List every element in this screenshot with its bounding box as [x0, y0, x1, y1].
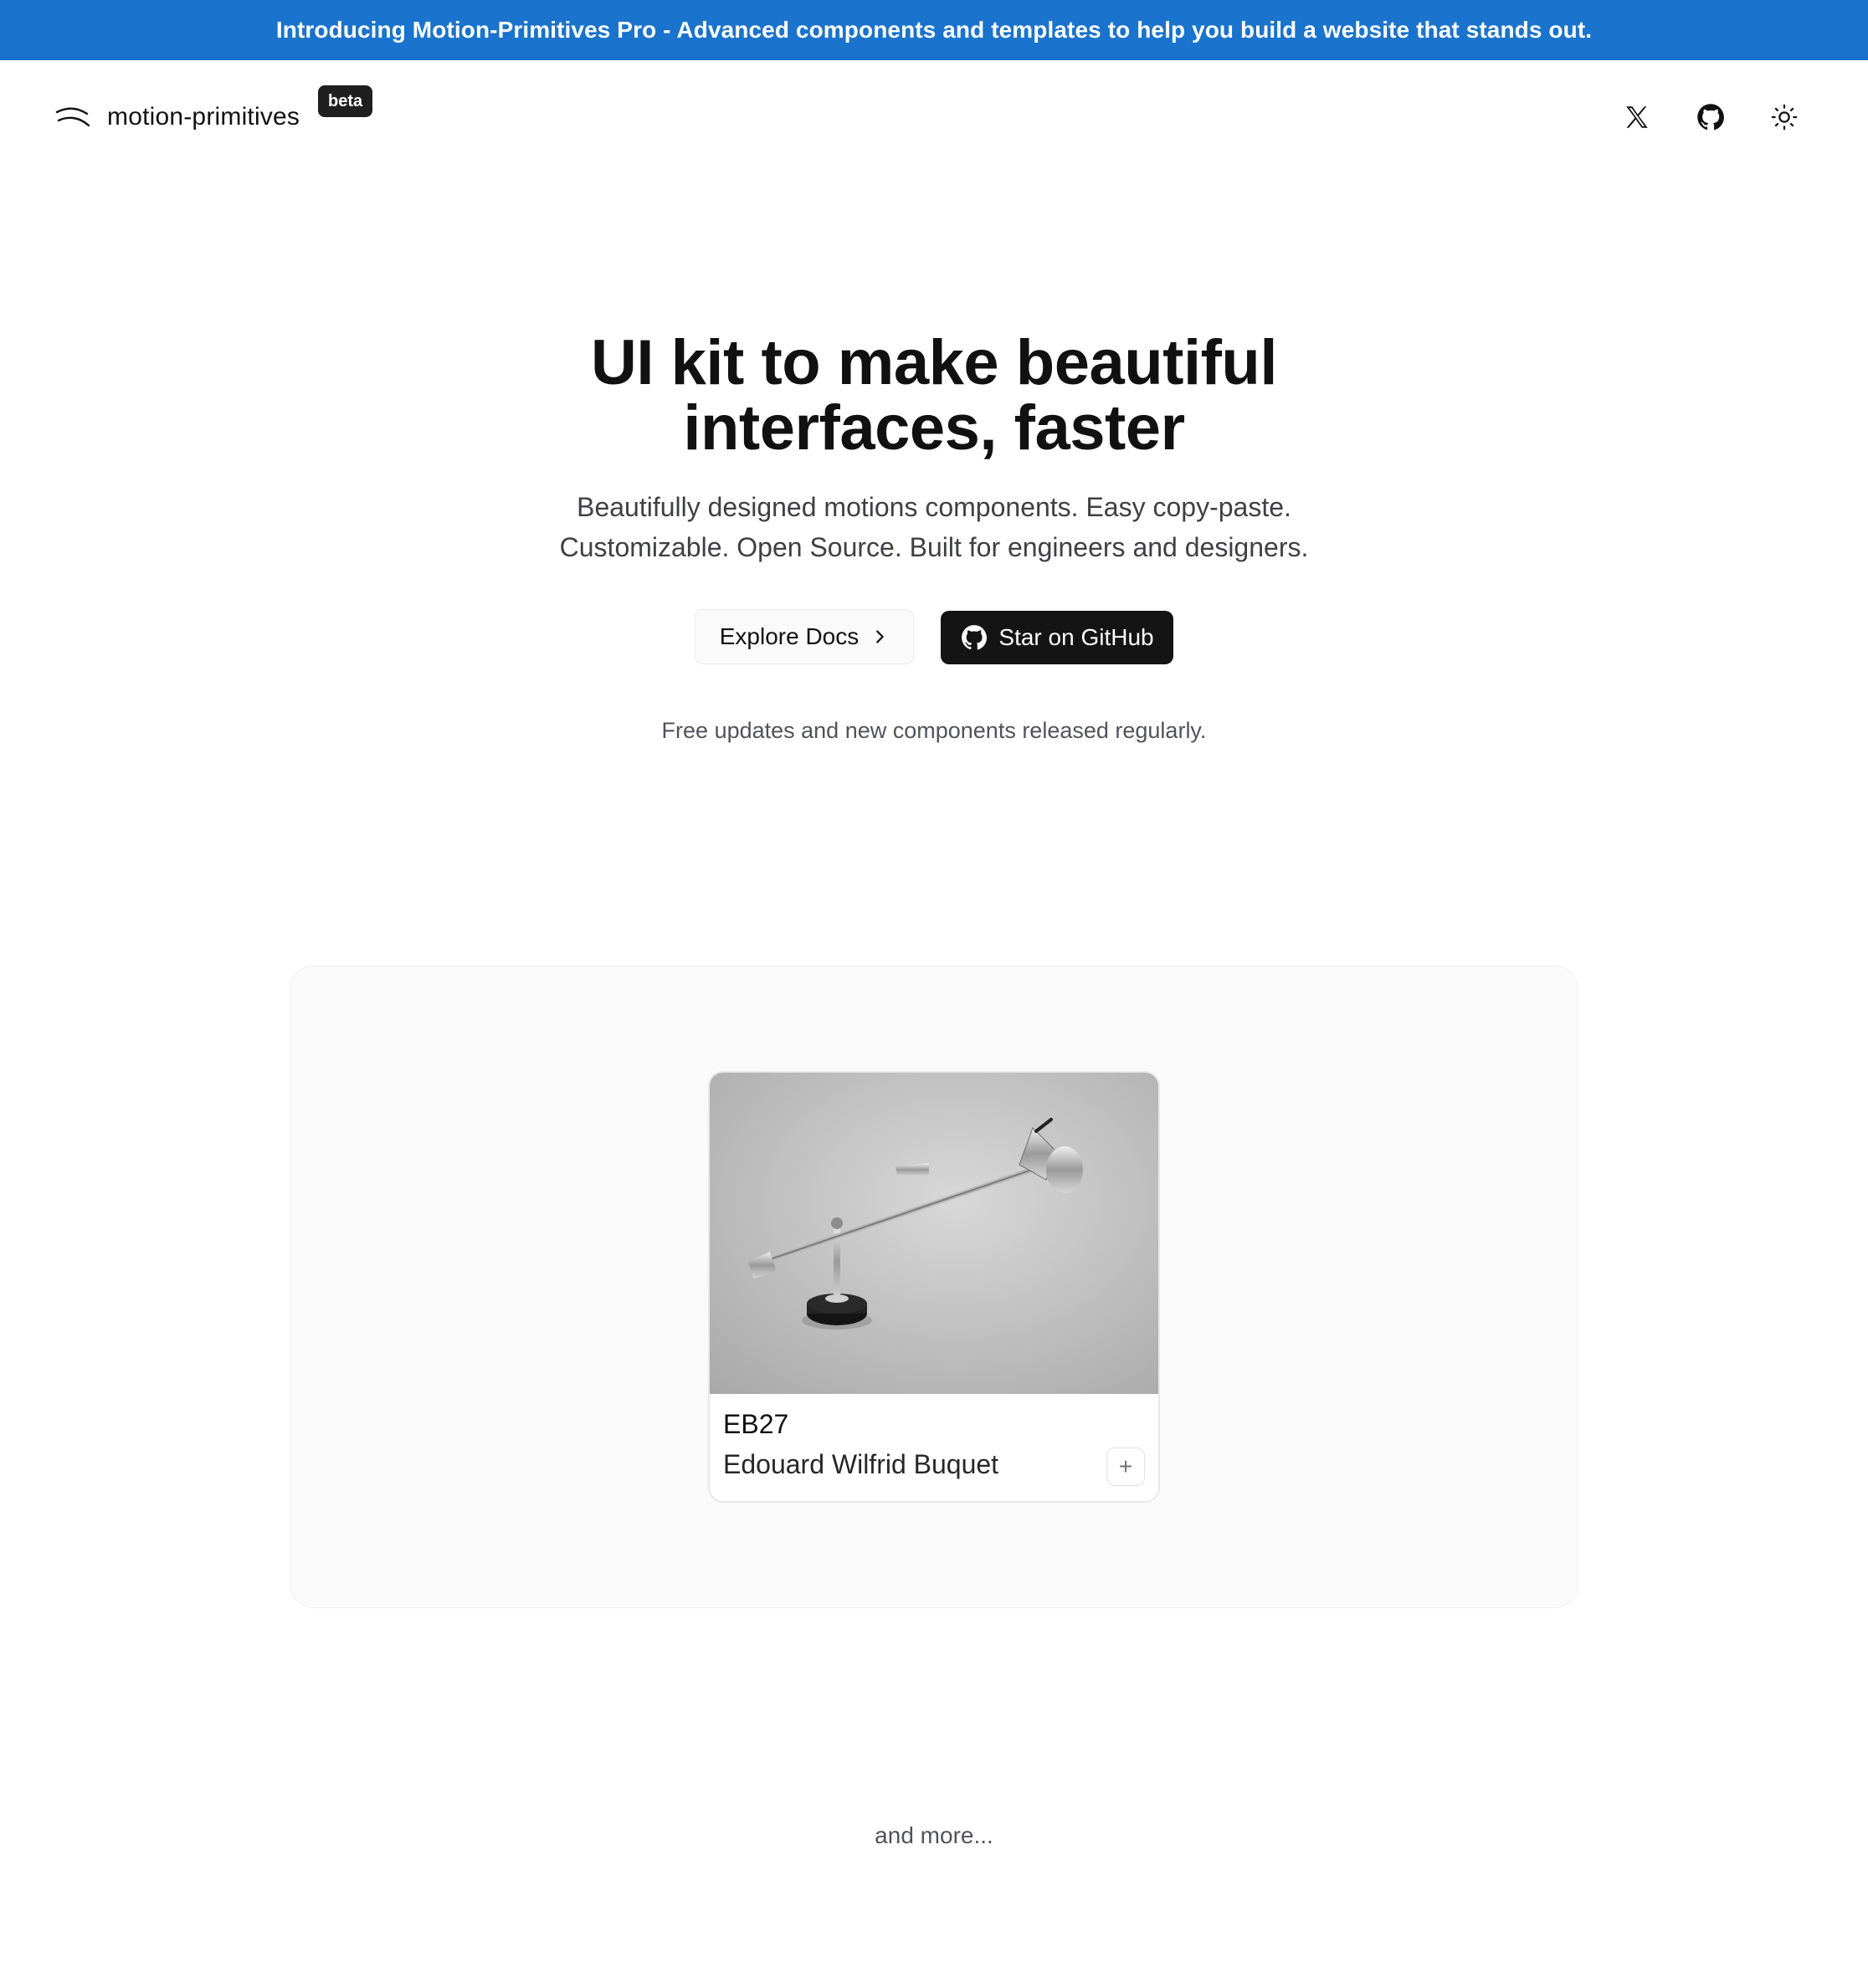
site-header: motion-primitives beta	[0, 60, 1868, 166]
logo-text: motion-primitives	[107, 103, 300, 131]
plus-icon: +	[1118, 1453, 1133, 1479]
x-logo-icon	[1626, 106, 1648, 128]
sun-icon	[1771, 104, 1798, 131]
hero-title-line-2: interfaces, faster	[683, 392, 1185, 464]
github-icon	[1697, 104, 1724, 131]
hero-subtitle-line-1: Beautifully designed motions components.…	[577, 492, 1291, 522]
and-more-text: and more...	[875, 1822, 993, 1848]
logo-icon	[55, 107, 90, 127]
product-card[interactable]: EB27 Edouard Wilfrid Buquet +	[708, 1071, 1160, 1503]
add-button[interactable]: +	[1106, 1447, 1145, 1486]
updates-note: Free updates and new components released…	[661, 718, 1207, 743]
star-on-github-button[interactable]: Star on GitHub	[941, 611, 1173, 664]
announcement-banner[interactable]: Introducing Motion-Primitives Pro - Adva…	[0, 0, 1868, 60]
chevron-right-icon	[876, 630, 885, 643]
x-link[interactable]	[1614, 94, 1660, 141]
github-icon	[962, 625, 988, 650]
lamp-image	[710, 1073, 1158, 1394]
card-subtitle: Edouard Wilfrid Buquet	[723, 1449, 999, 1479]
beta-badge: beta	[318, 85, 373, 117]
github-link[interactable]	[1687, 94, 1734, 141]
theme-toggle-button[interactable]	[1761, 94, 1808, 141]
announcement-text[interactable]: Introducing Motion-Primitives Pro - Adva…	[276, 17, 1592, 44]
hero-title-line-1: UI kit to make beautiful	[591, 327, 1277, 398]
explore-docs-button[interactable]: Explore Docs	[695, 609, 914, 664]
card-title: EB27	[723, 1409, 789, 1439]
star-on-github-label: Star on GitHub	[998, 624, 1154, 650]
logo-link[interactable]: motion-primitives	[55, 97, 300, 137]
explore-docs-label: Explore Docs	[719, 623, 860, 649]
hero-subtitle-line-2: Customizable. Open Source. Built for eng…	[559, 532, 1309, 562]
